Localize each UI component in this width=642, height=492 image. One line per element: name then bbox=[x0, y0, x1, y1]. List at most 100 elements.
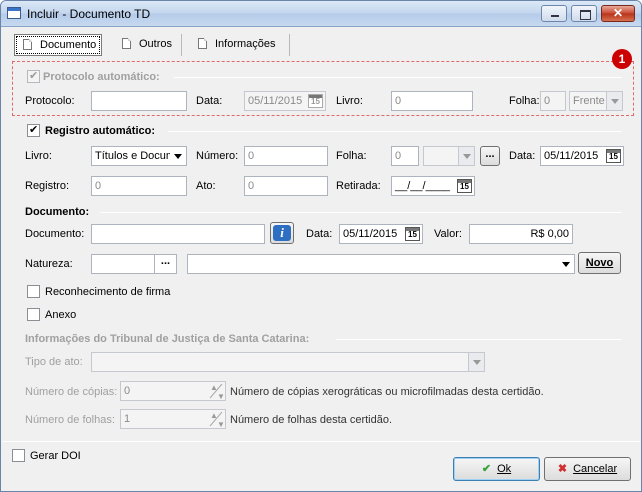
chevron-down-icon[interactable] bbox=[458, 147, 474, 165]
check-icon: ✔ bbox=[481, 463, 492, 475]
protocolo-folha-input[interactable]: 0 bbox=[540, 91, 566, 111]
numero-copias-value: 0 bbox=[124, 385, 131, 397]
numero-copias-input[interactable]: 0 ▲ ▼ bbox=[120, 381, 226, 401]
tipo-ato-select[interactable] bbox=[91, 352, 485, 372]
tab-documento[interactable]: Documento bbox=[14, 34, 102, 56]
protocolo-frente-select[interactable]: Frente bbox=[569, 91, 623, 111]
registro-numero-input[interactable]: 0 bbox=[244, 146, 328, 166]
ok-button-label: Ok bbox=[497, 463, 512, 475]
registro-registro-input[interactable]: 0 bbox=[91, 176, 187, 196]
novo-button[interactable]: Novo bbox=[578, 252, 621, 274]
registro-data-label: Data: bbox=[509, 150, 536, 162]
calendar-icon[interactable]: 15 bbox=[606, 149, 621, 163]
registro-automatico-checkbox[interactable] bbox=[27, 123, 40, 137]
gerar-doi-label: Gerar DOI bbox=[30, 450, 81, 462]
registro-retirada-label: Retirada: bbox=[336, 180, 381, 192]
tab-documento-label: Documento bbox=[40, 39, 97, 51]
tab-informacoes[interactable]: Informações bbox=[184, 34, 290, 56]
registro-numero-label: Número: bbox=[196, 150, 239, 162]
registro-livro-value: Títulos e Docum bbox=[95, 150, 176, 162]
reconhecimento-firma-label: Reconhecimento de firma bbox=[45, 286, 171, 298]
document-icon bbox=[23, 39, 32, 50]
numero-copias-description: Número de cópias xerográticas ou microfi… bbox=[230, 386, 544, 398]
documento-valor-input[interactable]: R$ 0,00 bbox=[469, 224, 573, 244]
chevron-down-icon[interactable] bbox=[558, 255, 574, 273]
window-app-icon bbox=[7, 7, 21, 19]
documento-label: Documento: bbox=[25, 228, 85, 240]
reconhecimento-firma-checkbox[interactable] bbox=[27, 285, 40, 298]
documento-divider bbox=[100, 212, 622, 213]
documento-data-label: Data: bbox=[306, 228, 333, 240]
svg-text:▲: ▲ bbox=[210, 383, 218, 392]
registro-ato-input[interactable]: 0 bbox=[244, 176, 328, 196]
dialog-window: Incluir - Documento TD Documento Outros … bbox=[0, 0, 642, 492]
documento-input[interactable] bbox=[91, 224, 265, 244]
title-bar[interactable]: Incluir - Documento TD bbox=[1, 1, 641, 27]
minimize-button[interactable] bbox=[541, 5, 567, 22]
documento-section-label: Documento: bbox=[25, 206, 90, 218]
window-title: Incluir - Documento TD bbox=[27, 7, 151, 21]
registro-livro-select[interactable]: Títulos e Docum bbox=[91, 146, 187, 166]
document-icon bbox=[122, 38, 131, 49]
anexo-label: Anexo bbox=[45, 309, 77, 321]
numero-folhas-label: Número de folhas: bbox=[25, 414, 115, 426]
svg-text:▼: ▼ bbox=[217, 392, 224, 400]
protocolo-label: Protocolo: bbox=[25, 95, 75, 107]
chevron-down-icon[interactable] bbox=[170, 147, 186, 165]
tjsc-divider bbox=[336, 339, 622, 340]
tab-informacoes-label: Informações bbox=[215, 38, 276, 50]
spinner-icon[interactable]: ▲ ▼ bbox=[208, 382, 224, 400]
numero-folhas-description: Número de folhas desta certidão. bbox=[230, 414, 393, 426]
protocolo-livro-label: Livro: bbox=[336, 95, 363, 107]
footer-divider bbox=[2, 441, 640, 442]
svg-text:▼: ▼ bbox=[217, 420, 224, 428]
natureza-code-input[interactable] bbox=[91, 254, 155, 274]
registro-data-input[interactable]: 05/11/2015 15 bbox=[540, 146, 624, 166]
cancel-x-icon: ✖ bbox=[557, 463, 568, 475]
calendar-icon[interactable]: 15 bbox=[308, 94, 323, 108]
close-button[interactable] bbox=[601, 5, 635, 22]
registro-automatico-label: Registro automático: bbox=[45, 125, 156, 137]
calendar-icon[interactable]: 15 bbox=[457, 179, 472, 193]
registro-ato-label: Ato: bbox=[196, 180, 216, 192]
protocolo-livro-input[interactable]: 0 bbox=[391, 91, 473, 111]
tab-outros[interactable]: Outros bbox=[108, 34, 182, 56]
chevron-down-icon[interactable] bbox=[606, 92, 622, 110]
registro-retirada-value: __/__/____ bbox=[395, 180, 451, 192]
documento-data-value: 05/11/2015 bbox=[343, 228, 398, 240]
chevron-down-icon[interactable] bbox=[468, 353, 484, 371]
dialog-content: Documento Outros Informações 1 Protocolo… bbox=[2, 28, 640, 491]
registro-data-value: 05/11/2015 bbox=[544, 150, 599, 162]
gerar-doi-checkbox[interactable] bbox=[12, 449, 25, 462]
documento-valor-label: Valor: bbox=[434, 228, 462, 240]
registro-folha-browse-button[interactable]: ... bbox=[480, 146, 500, 166]
step-badge: 1 bbox=[612, 49, 632, 69]
calendar-icon[interactable]: 15 bbox=[405, 227, 420, 241]
protocolo-automatico-checkbox[interactable] bbox=[27, 69, 40, 83]
spinner-icon[interactable]: ▲ ▼ bbox=[208, 410, 224, 428]
svg-text:▲: ▲ bbox=[210, 411, 218, 420]
protocolo-input[interactable] bbox=[91, 91, 187, 111]
tipo-ato-label: Tipo de ato: bbox=[25, 356, 83, 368]
numero-folhas-value: 1 bbox=[124, 413, 131, 425]
protocolo-divider bbox=[174, 77, 622, 78]
registro-livro-label: Livro: bbox=[25, 150, 52, 162]
tab-outros-label: Outros bbox=[139, 38, 173, 50]
protocolo-automatico-label: Protocolo automático: bbox=[43, 71, 160, 83]
registro-folha-input[interactable]: 0 bbox=[391, 146, 419, 166]
numero-folhas-input[interactable]: 1 ▲ ▼ bbox=[120, 409, 226, 429]
registro-folha-select[interactable] bbox=[423, 146, 475, 166]
registro-retirada-input[interactable]: __/__/____ 15 bbox=[391, 176, 475, 196]
registro-divider bbox=[168, 131, 622, 132]
info-button[interactable]: i bbox=[270, 222, 294, 244]
cancel-button[interactable]: ✖ Cancelar bbox=[544, 457, 631, 481]
anexo-checkbox[interactable] bbox=[27, 308, 40, 321]
ok-button[interactable]: ✔ Ok bbox=[453, 457, 540, 481]
natureza-search-button[interactable]: ... bbox=[154, 254, 177, 274]
protocolo-data-input[interactable]: 05/11/2015 15 bbox=[244, 91, 326, 111]
documento-data-input[interactable]: 05/11/2015 15 bbox=[339, 224, 423, 244]
registro-registro-label: Registro: bbox=[25, 180, 70, 192]
maximize-button[interactable] bbox=[571, 5, 597, 22]
natureza-description-select[interactable] bbox=[187, 254, 575, 274]
registro-folha-label: Folha: bbox=[336, 150, 367, 162]
